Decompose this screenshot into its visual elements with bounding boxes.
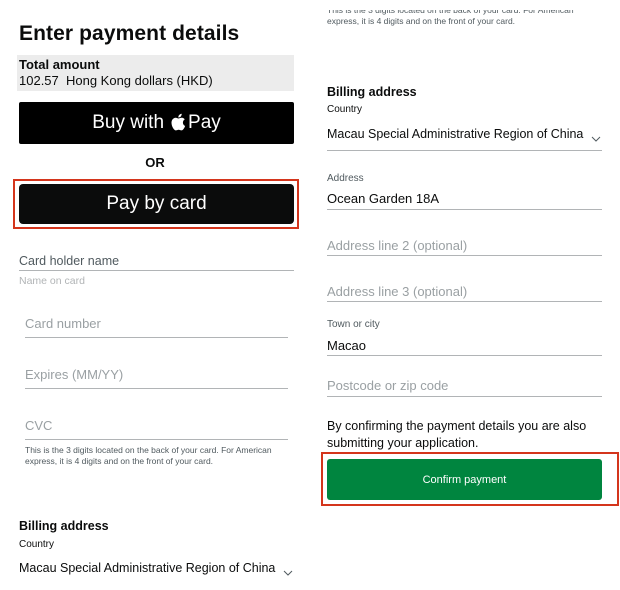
country-label: Country <box>327 104 363 115</box>
card-holder-name-label: Card holder name <box>19 254 120 268</box>
country-select-value: Macau Special Administrative Region of C… <box>19 561 276 575</box>
chevron-down-icon <box>591 130 601 142</box>
billing-address-heading: Billing address <box>19 519 109 533</box>
address-line-2-placeholder: Address line 2 (optional) <box>327 238 468 253</box>
cvc-help-text: This is the 3 digits located on the back… <box>25 445 272 466</box>
cvc-input[interactable]: CVC <box>25 418 288 440</box>
or-divider-text: OR <box>145 155 165 170</box>
country-select-value: Macau Special Administrative Region of C… <box>327 127 584 141</box>
country-label: Country <box>19 539 55 550</box>
card-number-input[interactable]: Card number <box>25 316 288 338</box>
card-holder-name-hint: Name on card <box>19 275 85 287</box>
pay-by-card-button[interactable]: Pay by card <box>19 184 294 224</box>
total-amount-value: 102.57 Hong Kong dollars (HKD) <box>19 73 213 88</box>
total-amount-label: Total amount <box>19 57 100 72</box>
page-title: Enter payment details <box>19 22 240 45</box>
town-label: Town or city <box>327 319 380 330</box>
address-line-2-input[interactable]: Address line 2 (optional) <box>327 238 602 256</box>
cvc-placeholder: CVC <box>25 418 53 433</box>
town-input[interactable]: Macao <box>327 338 602 356</box>
address-input[interactable]: Ocean Garden 18A <box>327 191 602 210</box>
address-label: Address <box>327 173 364 184</box>
card-number-placeholder: Card number <box>25 316 101 331</box>
postcode-placeholder: Postcode or zip code <box>327 378 449 393</box>
expiry-date-placeholder: Expires (MM/YY) <box>25 367 124 382</box>
total-amount-box: Total amount 102.57 Hong Kong dollars (H… <box>17 55 294 91</box>
address-line-3-placeholder: Address line 3 (optional) <box>327 284 468 299</box>
apple-pay-button[interactable]: Buy with Pay <box>19 102 294 144</box>
apple-pay-suffix: Pay <box>188 112 221 133</box>
card-holder-name-field[interactable]: Card holder name <box>19 254 294 271</box>
payment-panel-left: Enter payment details Total amount 102.5… <box>0 0 310 590</box>
cvc-help-text-continued: This is the 3 digits located on the back… <box>327 10 574 26</box>
apple-pay-prefix: Buy with <box>92 112 165 133</box>
expiry-date-input[interactable]: Expires (MM/YY) <box>25 367 288 389</box>
country-select[interactable]: Macau Special Administrative Region of C… <box>19 559 293 577</box>
country-select[interactable]: Macau Special Administrative Region of C… <box>327 125 602 151</box>
postcode-input[interactable]: Postcode or zip code <box>327 378 602 397</box>
payment-panel-right: This is the 3 digits located on the back… <box>310 0 620 590</box>
address-line-3-input[interactable]: Address line 3 (optional) <box>327 284 602 302</box>
confirm-payment-button[interactable]: Confirm payment <box>327 459 602 500</box>
chevron-down-icon <box>283 564 293 576</box>
apple-logo-icon <box>170 113 186 131</box>
billing-address-heading: Billing address <box>327 85 417 99</box>
address-value: Ocean Garden 18A <box>327 191 440 206</box>
confirmation-notice: By confirming the payment details you ar… <box>327 419 587 450</box>
town-value: Macao <box>327 338 367 353</box>
